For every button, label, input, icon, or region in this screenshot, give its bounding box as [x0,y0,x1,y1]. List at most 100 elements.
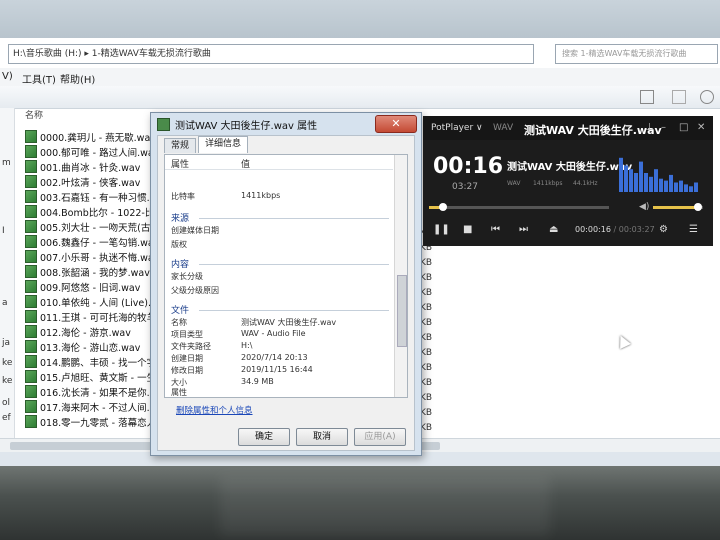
close-button[interactable]: ✕ [375,115,417,133]
dialog-body: 常规 详细信息 属性 值 比特率 1411kbps 来源 创建媒体日期 版权 内容… [157,135,415,451]
spectrum-bar [684,184,688,192]
wav-file-icon [25,205,37,218]
menu-help[interactable]: 帮助(H) [60,71,95,86]
help-icon[interactable] [700,90,714,104]
eject-icon[interactable]: ⏏ [549,224,558,235]
detail-value: 2020/7/14 20:13 [241,353,308,362]
wav-file-icon [25,145,37,158]
volume-handle[interactable] [694,203,702,211]
wav-file-icon [25,250,37,263]
wav-file-icon [25,310,37,323]
wav-file-icon [25,190,37,203]
details-header: 属性 值 [165,155,393,170]
wav-file-icon [157,118,170,131]
nav-item[interactable]: ja [2,338,10,348]
file-row[interactable]: 001.曲肖冰 - 针灸.wav [25,160,140,174]
spectrum-bar [624,165,628,192]
file-row[interactable]: 013.海伦 - 游山恋.wav [25,340,140,354]
navigation-pane: m I a ja ke ke ol ef [0,108,15,438]
file-row[interactable]: 000.郁可唯 - 路过人间.wav [25,145,159,159]
stop-icon[interactable]: ■ [463,224,472,235]
detail-row: 文件夹路径 H:\ [171,341,252,352]
tab-details[interactable]: 详细信息 [198,136,249,153]
dialog-title: 测试WAV 大田後生仔.wav 属性 [157,117,317,132]
file-row[interactable]: 012.海伦 - 游京.wav [25,325,131,339]
apply-button[interactable]: 应用(A) [354,428,406,446]
tab-general[interactable]: 常规 [164,138,197,153]
scroll-thumb[interactable] [397,275,407,347]
previous-icon[interactable]: ⏮ [491,224,500,235]
samplerate-info: 44.1kHz [573,180,598,187]
close-icon[interactable]: ✕ [697,122,705,133]
volume-icon[interactable]: ◀) [639,202,649,212]
spectrum-visualizer [619,157,698,192]
file-row[interactable]: 009.阿悠悠 - 旧词.wav [25,280,140,294]
file-row[interactable]: 010.单依纯 - 人间 (Live).wav [25,295,170,309]
bitrate-info: 1411kbps [533,180,563,187]
address-bar[interactable]: H:\音乐歌曲 (H:) ▸ 1-精选WAV车载无损流行歌曲 [8,44,534,64]
preview-pane-icon[interactable] [672,90,686,104]
detail-value: 测试WAV 大田後生仔.wav [241,318,337,327]
col-value[interactable]: 值 [241,157,250,170]
nav-item[interactable]: m [2,158,11,168]
total-time: 03:27 [452,182,478,192]
potplayer-window: PotPlayer ∨ WAV 测试WAV 大田後生仔.wav ⊥ – □ ✕ … [423,116,713,246]
minimize-icon[interactable]: – [661,122,666,133]
properties-dialog: 测试WAV 大田後生仔.wav 属性 ✕ 常规 详细信息 属性 值 比特率 141… [150,112,422,456]
details-scrollbar[interactable] [394,155,407,397]
file-row[interactable]: 002.叶炫清 - 侠客.wav [25,175,140,189]
file-row[interactable]: 017.海来阿木 - 不过人间.wav [25,400,169,414]
nav-item[interactable]: ef [2,413,11,423]
file-row[interactable]: 003.石嘉钰 - 有一种习惯.wav [25,190,169,204]
maximize-icon[interactable]: □ [679,122,688,133]
file-row[interactable]: 006.魏鑫仔 - 一笔勾销.wav [25,235,159,249]
spectrum-bar [694,182,698,192]
settings-icon[interactable]: ⚙ [659,224,668,235]
file-row[interactable]: 016.沈长清 - 如果不是你.wav [25,385,169,399]
nav-item[interactable]: ke [2,376,12,386]
menu-view[interactable]: V) [2,71,13,82]
wav-file-icon [25,265,37,278]
seek-bar[interactable] [429,203,609,211]
nav-item[interactable]: ke [2,358,12,368]
nav-item[interactable]: a [2,298,8,308]
file-name: 002.叶炫清 - 侠客.wav [40,178,141,189]
app-menu[interactable]: PotPlayer ∨ [431,123,483,133]
nav-item[interactable]: I [2,226,5,236]
volume-fill [653,206,698,209]
search-input[interactable]: 搜索 1-精选WAV车载无损流行歌曲 [555,44,718,64]
file-row[interactable]: 0000.龚玥儿 - 燕无歇.wav [25,130,156,144]
col-property[interactable]: 属性 [171,157,189,170]
next-icon[interactable]: ⏭ [519,224,528,235]
seek-handle[interactable] [439,203,448,211]
detail-label: 创建日期 [171,354,203,363]
detail-row: 父级分级原因 [171,285,219,296]
section-source: 来源 [171,214,190,224]
dialog-title-text: 测试WAV 大田後生仔.wav 属性 [175,121,318,132]
cancel-button[interactable]: 取消 [296,428,348,446]
wav-file-icon [25,295,37,308]
menu-tools[interactable]: 工具(T) [22,71,56,86]
playlist-icon[interactable]: ☰ [689,224,698,235]
pin-icon[interactable]: ⊥ [645,122,654,133]
detail-value: 1411kbps [241,191,281,200]
file-row[interactable]: 008.张韶涵 - 我的梦.wav [25,265,150,279]
monitor-bezel [0,466,720,540]
detail-label: 比特率 [171,192,195,201]
file-name: 007.小乐哥 - 执迷不悔.wav [40,253,160,264]
monitor: H:\音乐歌曲 (H:) ▸ 1-精选WAV车载无损流行歌曲 搜索 1-精选WA… [0,0,720,540]
remove-properties-link[interactable]: 删除属性和个人信息 [176,404,253,416]
detail-label: 大小 [171,378,187,387]
pause-icon[interactable]: ❚❚ [433,224,450,235]
reflection [220,476,550,536]
wav-file-icon [25,415,37,428]
view-icon[interactable] [640,90,654,104]
nav-item[interactable]: ol [2,398,10,408]
spectrum-bar [629,169,633,192]
ok-button[interactable]: 确定 [238,428,290,446]
detail-row: 家长分级 [171,271,203,282]
file-row[interactable]: 007.小乐哥 - 执迷不悔.wav [25,250,159,264]
wav-file-icon [25,160,37,173]
column-header-name[interactable]: 名称 [25,108,43,121]
volume-slider[interactable] [653,203,703,211]
